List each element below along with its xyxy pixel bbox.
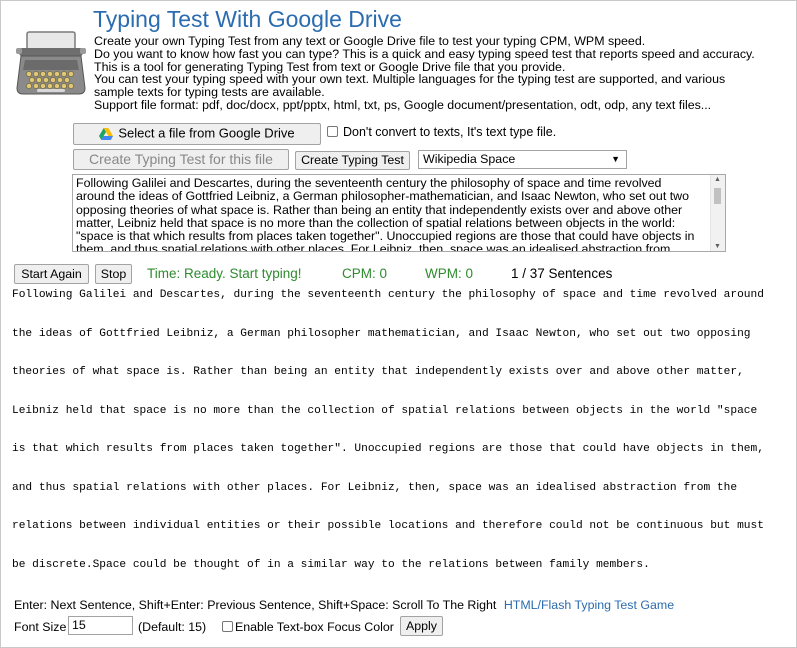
description-line: Create your own Typing Test from any tex… bbox=[94, 34, 646, 48]
scroll-up-icon[interactable]: ▲ bbox=[714, 176, 721, 183]
sample-text-select[interactable]: Wikipedia Space ▼ bbox=[418, 150, 627, 169]
create-test-button[interactable]: Create Typing Test bbox=[295, 151, 410, 170]
font-size-label: Font Size bbox=[14, 620, 67, 634]
select-drive-file-button[interactable]: Select a file from Google Drive bbox=[73, 123, 321, 145]
typing-line: Leibniz held that space is no more than … bbox=[12, 405, 758, 417]
source-text-line: "space is that which results from places… bbox=[76, 229, 695, 244]
font-size-input[interactable]: 15 bbox=[68, 616, 133, 635]
source-text-area[interactable]: Following Galilei and Descartes, during … bbox=[72, 174, 726, 252]
dont-convert-checkbox[interactable] bbox=[327, 126, 338, 137]
focus-color-checkbox[interactable] bbox=[222, 621, 233, 632]
source-text-line: Following Galilei and Descartes, during … bbox=[76, 176, 662, 190]
focus-color-label: Enable Text-box Focus Color bbox=[235, 620, 394, 634]
dont-convert-label: Don't convert to texts, It's text type f… bbox=[343, 125, 557, 139]
select-arrow-icon: ▼ bbox=[611, 154, 620, 164]
scrollbar-thumb[interactable] bbox=[714, 188, 721, 204]
sentence-counter: 1 / 37 Sentences bbox=[511, 266, 613, 281]
start-again-button[interactable]: Start Again bbox=[14, 264, 89, 284]
typing-game-link[interactable]: HTML/Flash Typing Test Game bbox=[504, 598, 674, 612]
typing-line: relations between individual entities or… bbox=[12, 520, 764, 532]
google-drive-icon bbox=[99, 127, 114, 140]
keyboard-help: Enter: Next Sentence, Shift+Enter: Previ… bbox=[14, 598, 674, 612]
typing-line: and thus spatial relations with other pl… bbox=[12, 482, 738, 494]
typing-line: theories of what space is. Rather than b… bbox=[12, 366, 744, 378]
source-text-line: them, and thus spatial relations with ot… bbox=[76, 242, 671, 252]
cpm-status: CPM: 0 bbox=[342, 266, 388, 281]
description: Create your own Typing Test from any tex… bbox=[94, 35, 784, 112]
font-size-default: (Default: 15) bbox=[138, 620, 207, 634]
wpm-status: WPM: 0 bbox=[425, 266, 474, 281]
page-title: Typing Test With Google Drive bbox=[93, 6, 402, 32]
time-status: Time: Ready. Start typing! bbox=[147, 266, 302, 281]
select-drive-file-label: Select a file from Google Drive bbox=[118, 125, 295, 141]
create-test-for-file-button[interactable]: Create Typing Test for this file bbox=[73, 149, 289, 170]
keyboard-help-text: Enter: Next Sentence, Shift+Enter: Previ… bbox=[14, 598, 497, 612]
source-text-line: opposing theories of what space is. Rath… bbox=[76, 202, 683, 217]
stop-button[interactable]: Stop bbox=[95, 264, 132, 284]
description-line: Support file format: pdf, doc/docx, ppt/… bbox=[94, 97, 712, 112]
typing-line: Following Galilei and Descartes, during … bbox=[12, 289, 764, 301]
source-text-line: around the ideas of Gottfried Leibniz, a… bbox=[76, 189, 689, 204]
description-line: Do you want to know how fast you can typ… bbox=[94, 46, 755, 61]
textarea-scrollbar[interactable]: ▲ ▼ bbox=[710, 175, 725, 251]
typing-line: is that which results from places taken … bbox=[12, 443, 764, 455]
typewriter-logo bbox=[16, 31, 86, 95]
source-text-line: matter, Leibniz held that space is no mo… bbox=[76, 215, 676, 230]
scroll-down-icon[interactable]: ▼ bbox=[714, 243, 721, 250]
typing-line: be discrete.Space could be thought of in… bbox=[12, 559, 650, 571]
source-text: Following Galilei and Descartes, during … bbox=[76, 176, 712, 252]
typing-line: the ideas of Gottfried Leibniz, a German… bbox=[12, 328, 751, 340]
sample-text-select-value: Wikipedia Space bbox=[423, 152, 516, 166]
apply-button[interactable]: Apply bbox=[400, 616, 443, 636]
